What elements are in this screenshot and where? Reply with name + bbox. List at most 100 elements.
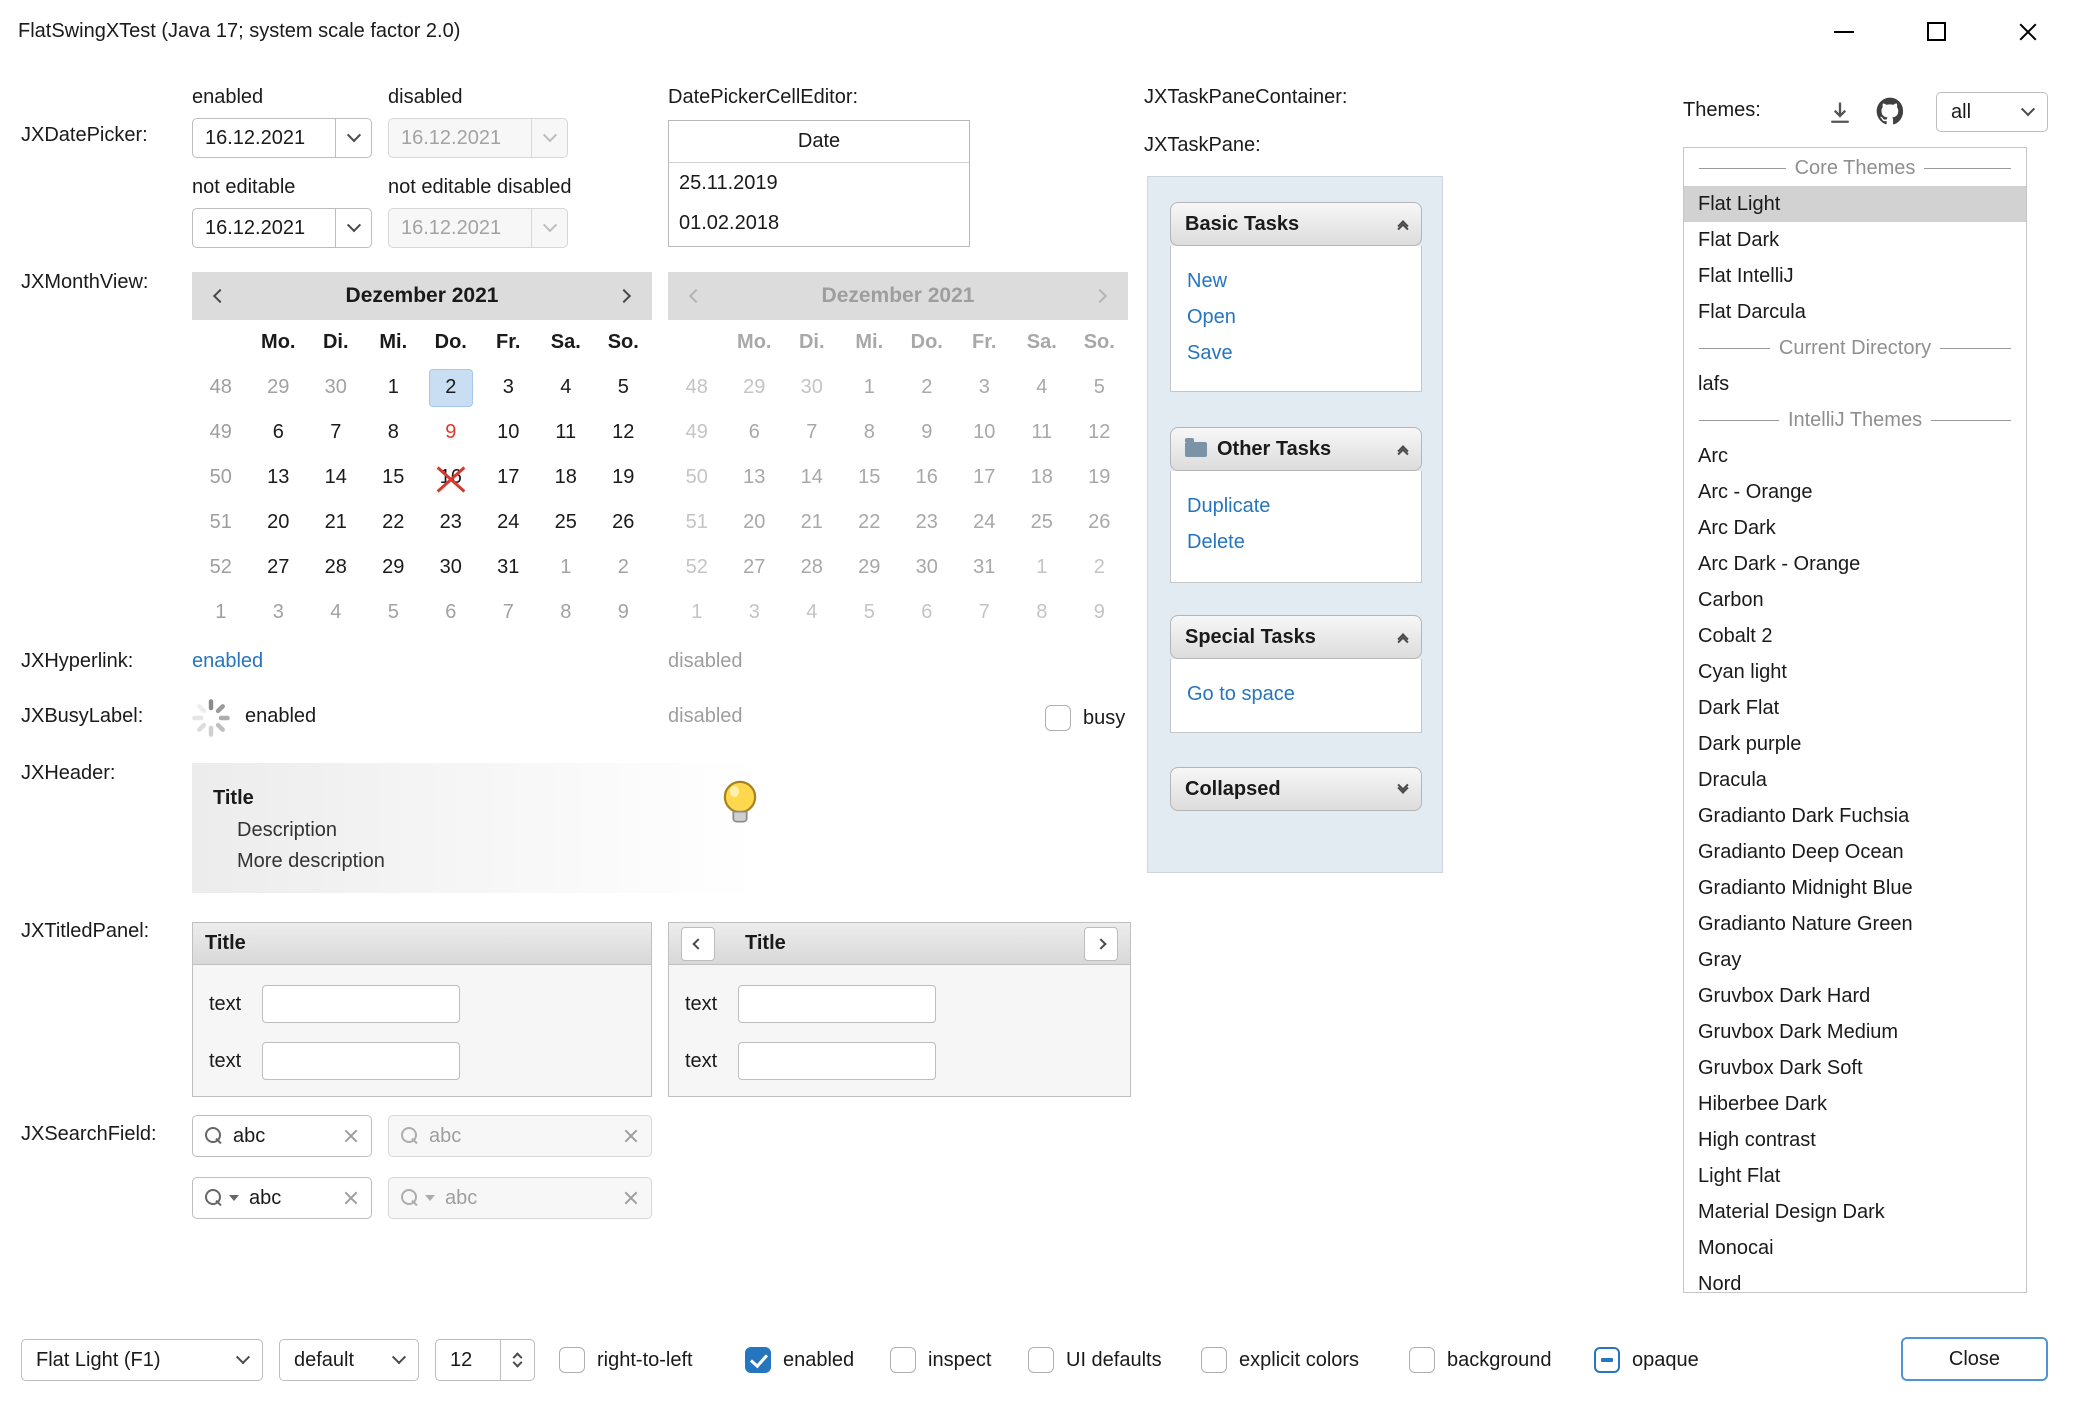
calendar-day[interactable]: 3	[480, 365, 538, 410]
calendar-day[interactable]: 28	[307, 545, 365, 590]
style-combobox[interactable]: default	[279, 1339, 419, 1381]
calendar-day[interactable]: 4	[537, 365, 595, 410]
calendar-day[interactable]: 12	[595, 410, 653, 455]
checkbox-box[interactable]	[1409, 1347, 1435, 1373]
theme-list-item[interactable]: High contrast	[1684, 1122, 2026, 1158]
calendar-day[interactable]: 7	[480, 590, 538, 635]
spinner-value[interactable]: 12	[436, 1349, 500, 1372]
datepicker-enabled[interactable]: 16.12.2021	[192, 118, 372, 158]
theme-list-item[interactable]: Carbon	[1684, 582, 2026, 618]
calendar-day[interactable]: 30	[422, 545, 480, 590]
calendar-day[interactable]: 26	[595, 500, 653, 545]
download-themes-button[interactable]	[1822, 95, 1858, 131]
checkbox-box[interactable]	[890, 1347, 916, 1373]
clear-icon[interactable]	[343, 1128, 359, 1144]
calendar-day[interactable]: 2	[595, 545, 653, 590]
theme-list-item[interactable]: Material Design Dark	[1684, 1194, 2026, 1230]
themes-list[interactable]: Core ThemesFlat LightFlat DarkFlat Intel…	[1683, 147, 2027, 1293]
calendar-day[interactable]: 1	[537, 545, 595, 590]
calendar-day[interactable]: 29	[250, 365, 308, 410]
calendar-day[interactable]: 10	[480, 410, 538, 455]
close-window-button[interactable]	[1982, 0, 2074, 63]
theme-list-item[interactable]: Light Flat	[1684, 1158, 2026, 1194]
theme-list-item[interactable]: Gray	[1684, 942, 2026, 978]
task-link-delete[interactable]: Delete	[1187, 531, 1421, 567]
calendar-day[interactable]: 23	[422, 500, 480, 545]
theme-list-item[interactable]: Gruvbox Dark Soft	[1684, 1050, 2026, 1086]
taskpane-special-tasks-header[interactable]: Special Tasks	[1170, 615, 1422, 659]
theme-list-item[interactable]: Flat Darcula	[1684, 294, 2026, 330]
checkbox-inspect[interactable]: inspect	[890, 1339, 991, 1381]
theme-list-item[interactable]: Flat IntelliJ	[1684, 258, 2026, 294]
theme-list-item[interactable]: Arc Dark	[1684, 510, 2026, 546]
theme-list-item[interactable]: Cyan light	[1684, 654, 2026, 690]
taskpane-basic-tasks-header[interactable]: Basic Tasks	[1170, 202, 1422, 246]
busy-checkbox[interactable]: busy	[1045, 697, 1125, 739]
theme-list-item[interactable]: Monocai	[1684, 1230, 2026, 1266]
search-field-3[interactable]: abc	[192, 1177, 372, 1219]
previous-button[interactable]	[681, 927, 715, 961]
theme-list-item[interactable]: Gradianto Dark Fuchsia	[1684, 798, 2026, 834]
calendar-day[interactable]: 24	[480, 500, 538, 545]
task-link-new[interactable]: New	[1187, 270, 1421, 306]
calendar-day[interactable]: 14	[307, 455, 365, 500]
calendar-day[interactable]: 21	[307, 500, 365, 545]
theme-list-item[interactable]: Flat Dark	[1684, 222, 2026, 258]
next-month-button[interactable]	[596, 272, 652, 320]
calendar-day[interactable]: 8	[365, 410, 423, 455]
themes-filter-combobox[interactable]: all	[1936, 92, 2048, 132]
theme-list-item[interactable]: Gruvbox Dark Hard	[1684, 978, 2026, 1014]
calendar-day[interactable]: 5	[365, 590, 423, 635]
calendar-day[interactable]: 3	[250, 590, 308, 635]
calendar-day[interactable]: 6	[422, 590, 480, 635]
hyperlink-enabled[interactable]: enabled	[192, 650, 263, 673]
task-link-go-to-space[interactable]: Go to space	[1187, 683, 1421, 719]
minimize-button[interactable]	[1798, 0, 1890, 63]
calendar-day[interactable]: 25	[537, 500, 595, 545]
search-menu-icon[interactable]	[205, 1189, 223, 1207]
close-button[interactable]: Close	[1901, 1337, 2048, 1381]
theme-list-item[interactable]: Gradianto Nature Green	[1684, 906, 2026, 942]
theme-list-item[interactable]: Gradianto Deep Ocean	[1684, 834, 2026, 870]
checkbox-enabled[interactable]: enabled	[745, 1339, 854, 1381]
task-link-duplicate[interactable]: Duplicate	[1187, 495, 1421, 531]
checkbox-explicit-colors[interactable]: explicit colors	[1201, 1339, 1359, 1381]
laf-combobox[interactable]: Flat Light (F1)	[21, 1339, 263, 1381]
calendar-day[interactable]: 5	[595, 365, 653, 410]
checkbox-box[interactable]	[1594, 1347, 1620, 1373]
calendar-day[interactable]: 8	[537, 590, 595, 635]
calendar-day[interactable]: 15	[365, 455, 423, 500]
calendar-day[interactable]: 27	[250, 545, 308, 590]
calendar-day[interactable]: 18	[537, 455, 595, 500]
spinner-buttons[interactable]	[500, 1340, 534, 1380]
search-input[interactable]: abc	[233, 1125, 333, 1148]
theme-list-item[interactable]: Arc - Orange	[1684, 474, 2026, 510]
theme-list-item[interactable]: lafs	[1684, 366, 2026, 402]
table-row[interactable]: 25.11.2019	[669, 163, 969, 203]
taskpane-collapsed-header[interactable]: Collapsed	[1170, 767, 1422, 811]
calendar-day[interactable]: 11	[537, 410, 595, 455]
text-input[interactable]	[738, 985, 936, 1023]
calendar-day[interactable]: 29	[365, 545, 423, 590]
calendar-day[interactable]: 19	[595, 455, 653, 500]
font-size-spinner[interactable]: 12	[435, 1339, 535, 1381]
text-input[interactable]	[262, 985, 460, 1023]
checkbox-box[interactable]	[1028, 1347, 1054, 1373]
calendar-day[interactable]: 4	[307, 590, 365, 635]
maximize-button[interactable]	[1890, 0, 1982, 63]
calendar-day[interactable]: 7	[307, 410, 365, 455]
theme-list-item[interactable]: Dark purple	[1684, 726, 2026, 762]
next-button[interactable]	[1084, 927, 1118, 961]
table-row[interactable]: 01.02.2018	[669, 203, 969, 243]
theme-list-item[interactable]: Cobalt 2	[1684, 618, 2026, 654]
calendar-day[interactable]: 1	[365, 365, 423, 410]
theme-list-item[interactable]: Dracula	[1684, 762, 2026, 798]
theme-list-item[interactable]: Nord	[1684, 1266, 2026, 1293]
checkbox-background[interactable]: background	[1409, 1339, 1552, 1381]
github-button[interactable]	[1872, 93, 1908, 129]
calendar-day[interactable]: 6	[250, 410, 308, 455]
theme-list-item[interactable]: Arc	[1684, 438, 2026, 474]
text-input[interactable]	[738, 1042, 936, 1080]
calendar-day[interactable]: 13	[250, 455, 308, 500]
search-field-1[interactable]: abc	[192, 1115, 372, 1157]
